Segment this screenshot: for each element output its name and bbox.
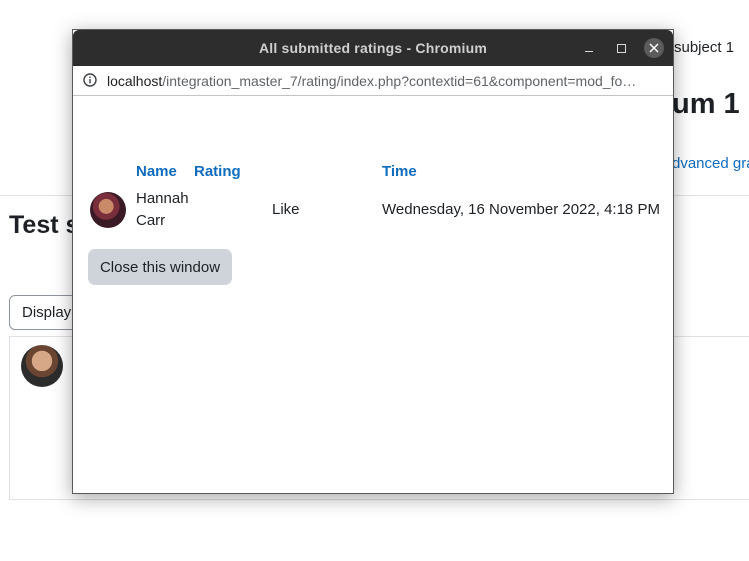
url-host: localhost (107, 73, 163, 89)
maximize-icon (617, 44, 626, 53)
rater-avatar (90, 192, 126, 228)
column-header-time[interactable]: Time (382, 163, 417, 180)
url-path: /integration_master_7/rating/index.php?c… (162, 73, 637, 89)
minimize-button[interactable] (579, 38, 599, 58)
rating-time: Wednesday, 16 November 2022, 4:18 PM (382, 201, 660, 218)
rating-value: Like (272, 201, 300, 218)
advanced-grading-link[interactable]: dvanced gra (672, 155, 749, 172)
url-text[interactable]: localhost/integration_master_7/rating/in… (107, 73, 662, 89)
info-icon[interactable] (83, 73, 97, 87)
column-header-rating[interactable]: Rating (194, 163, 241, 180)
ratings-popup-window: All submitted ratings - Chromium localho… (72, 29, 674, 494)
close-this-window-button[interactable]: Close this window (88, 249, 232, 285)
post-author-avatar[interactable] (21, 345, 63, 387)
close-icon (649, 43, 659, 53)
close-window-button[interactable] (644, 38, 664, 58)
minimize-icon (585, 51, 593, 52)
window-titlebar[interactable]: All submitted ratings - Chromium (73, 30, 673, 66)
rater-name: Hannah Carr (136, 190, 189, 229)
maximize-button[interactable] (611, 38, 631, 58)
column-header-name[interactable]: Name (136, 163, 177, 180)
discussion-title: Test s (9, 211, 80, 239)
address-bar[interactable]: localhost/integration_master_7/rating/in… (73, 66, 673, 96)
breadcrumb-subject[interactable]: subject 1 (674, 39, 734, 56)
page-heading: um 1 (672, 88, 740, 120)
